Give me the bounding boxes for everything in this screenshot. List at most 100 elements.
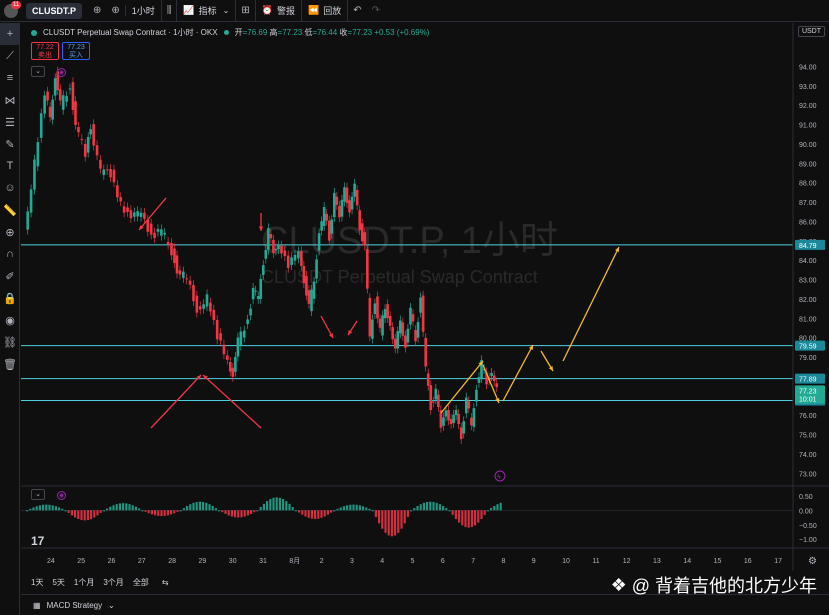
axis-settings-icon[interactable]: ⚙ — [808, 556, 817, 567]
candle-body — [116, 185, 119, 198]
add-symbol-icon[interactable]: ⊕ — [106, 5, 126, 16]
range-1m[interactable]: 1个月 — [74, 577, 94, 588]
macd-histogram-bar — [416, 506, 419, 511]
alert-button[interactable]: ⏰ 警报 — [256, 0, 302, 22]
macd-histogram-bar — [339, 507, 342, 511]
collapse-legend-button[interactable]: ⌄ — [31, 66, 45, 77]
range-5d[interactable]: 5天 — [52, 577, 64, 588]
eye-icon[interactable]: ◉ — [0, 309, 20, 331]
crosshair-icon[interactable]: + — [0, 23, 20, 45]
macd-histogram-bar — [230, 510, 233, 517]
candles-icon[interactable]: ⫼ — [162, 0, 178, 22]
macd-histogram-bar — [173, 510, 176, 514]
macd-histogram-bar — [77, 510, 80, 520]
candle-body — [383, 309, 387, 319]
macd-histogram-bar — [166, 510, 169, 516]
macd-histogram-bar — [147, 510, 150, 514]
macd-indicator-icon[interactable]: ◉ — [57, 491, 66, 500]
macd-histogram-bar — [256, 510, 259, 512]
macd-histogram-bar — [400, 510, 403, 529]
candle-body — [459, 427, 463, 440]
macd-histogram-bar — [202, 501, 205, 511]
compare-icon[interactable]: ⊕ — [88, 5, 106, 16]
chart-svg[interactable]: CLUSDT.P, 1小时 CLUSDT Perpetual Swap Cont… — [21, 23, 829, 571]
candle-body — [381, 315, 384, 336]
lock-icon[interactable]: 🔒 — [0, 287, 20, 309]
link-icon[interactable]: ⛓ — [0, 331, 20, 353]
trendline-icon[interactable]: ⟋ — [0, 45, 20, 67]
trash-icon[interactable]: 🗑 — [0, 353, 20, 375]
macd-histogram-bar — [115, 504, 118, 511]
macd-histogram-bar — [387, 510, 390, 536]
draw-mode-icon[interactable]: ✐ — [0, 265, 20, 287]
candle-body — [163, 232, 167, 235]
buy-button[interactable]: 77.23 买入 — [62, 42, 90, 60]
symbol-search-button[interactable]: CLUSDT.P — [26, 2, 83, 19]
user-menu-button[interactable]: 11 — [0, 0, 22, 22]
zoom-in-icon[interactable]: ⊕ — [0, 221, 20, 243]
time-tick-label: 15 — [714, 558, 722, 565]
candle-body — [195, 295, 199, 313]
emoji-icon[interactable]: ☺ — [0, 177, 20, 199]
layout-icon[interactable]: ⊞ — [236, 0, 256, 22]
macd-histogram-bar — [160, 510, 163, 517]
macd-histogram-bar — [70, 510, 73, 516]
candle-body — [170, 243, 173, 256]
annotation-arrow[interactable] — [150, 374, 202, 429]
macd-histogram-bar — [182, 508, 185, 511]
annotation-arrow[interactable] — [562, 246, 620, 362]
date-range-icon[interactable]: ⇆ — [162, 578, 169, 587]
candle-body — [388, 316, 392, 326]
redo-icon[interactable]: ↷ — [367, 5, 385, 16]
fib-icon[interactable]: ☰ — [0, 111, 20, 133]
brush-icon[interactable]: ✎ — [0, 133, 20, 155]
candle-body — [272, 239, 275, 254]
indicators-button[interactable]: 📈 指标 ⌄ — [177, 0, 237, 22]
annotation-arrow[interactable] — [502, 344, 534, 402]
candle-body — [99, 159, 102, 169]
annotation-arrow[interactable] — [138, 197, 167, 231]
strategy-name[interactable]: MACD Strategy — [47, 601, 103, 610]
macd-histogram-bar — [80, 510, 83, 521]
macd-histogram-bar — [358, 505, 361, 511]
indicators-label: 指标 — [198, 6, 217, 16]
chevron-down-icon[interactable]: ⌄ — [108, 601, 115, 610]
price-tick-label: 82.00 — [799, 297, 817, 304]
sell-button[interactable]: 77.22 卖出 — [31, 42, 59, 60]
text-icon[interactable]: T — [0, 155, 20, 177]
candle-body — [51, 99, 54, 120]
interval-button[interactable]: 1小时 — [126, 0, 162, 22]
macd-histogram-bar — [490, 508, 493, 511]
tradingview-logo: 17 — [31, 534, 45, 548]
candle-body — [462, 421, 466, 434]
undo-icon[interactable]: ↶ — [348, 5, 366, 16]
range-1d[interactable]: 1天 — [31, 577, 43, 588]
brand-logo-icon: ❖ — [610, 574, 627, 595]
candle-body — [492, 375, 496, 382]
candle-body — [188, 280, 192, 285]
indicators-icon: 📈 — [183, 5, 195, 15]
currency-selector[interactable]: USDT — [797, 26, 825, 37]
range-all[interactable]: 全部 — [133, 577, 149, 588]
ruler-icon[interactable]: 📏 — [0, 199, 20, 221]
replay-button[interactable]: ⏪ 回放 — [302, 0, 349, 22]
pitchfork-icon[interactable]: ⋈ — [0, 89, 20, 111]
chart-area[interactable]: CLUSDT.P, 1小时 CLUSDT Perpetual Swap Cont… — [21, 23, 829, 571]
price-tick-label: 87.00 — [799, 200, 817, 207]
candle-body — [353, 183, 356, 197]
candle-body — [315, 259, 318, 279]
indicator-icon[interactable]: ◉ — [57, 68, 66, 77]
candle-body — [264, 249, 268, 259]
collapse-macd-button[interactable]: ⌄ — [31, 489, 45, 500]
price-tick-label: 93.00 — [799, 84, 817, 91]
macd-histogram-bar — [32, 507, 35, 511]
candle-body — [132, 212, 136, 217]
candle-body — [92, 124, 95, 146]
magnet-icon[interactable]: ∩ — [0, 243, 20, 265]
range-3m[interactable]: 3个月 — [103, 577, 123, 588]
status-dot — [31, 29, 37, 36]
macd-histogram-bar — [291, 506, 294, 511]
candle-body — [36, 142, 40, 167]
horizontal-line-icon[interactable]: ≡ — [0, 67, 20, 89]
annotation-arrow[interactable] — [202, 374, 262, 429]
